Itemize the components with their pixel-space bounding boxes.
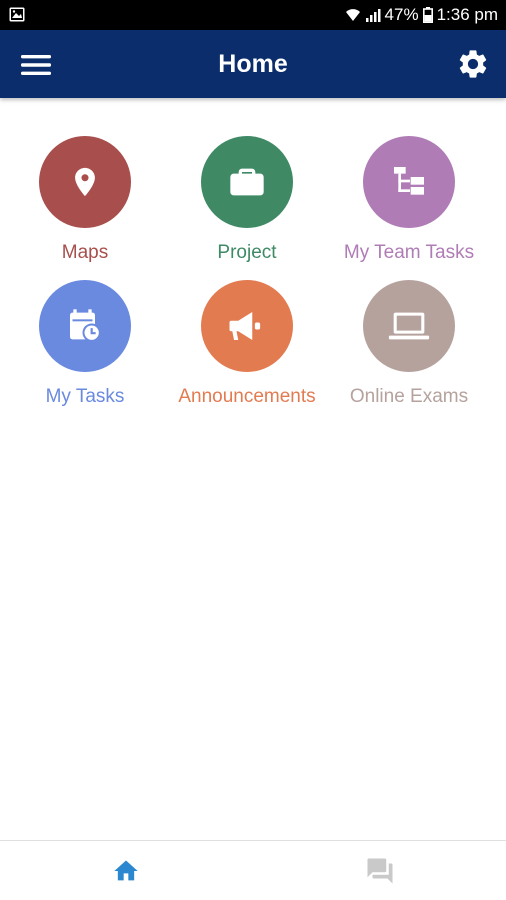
hamburger-menu-icon [21, 55, 51, 75]
menu-button[interactable] [18, 50, 56, 80]
wifi-icon [345, 7, 361, 23]
app-bar: Home [0, 30, 506, 98]
my-team-tasks-circle [363, 136, 455, 228]
tile-label-my-tasks: My Tasks [45, 386, 125, 407]
announcements-circle [201, 280, 293, 372]
tile-label-my-team-tasks: My Team Tasks [343, 242, 475, 263]
gear-icon [459, 50, 487, 78]
megaphone-icon [229, 312, 261, 340]
signal-icon [365, 7, 381, 23]
status-bar: 47% 1:36 pm [0, 0, 506, 30]
bottom-nav [0, 840, 506, 900]
maps-circle [39, 136, 131, 228]
nav-chat-button[interactable] [350, 841, 410, 900]
status-indicators: 47% 1:36 pm [345, 0, 498, 30]
battery-percent: 47% [384, 5, 419, 24]
calendar-clock-icon [70, 309, 101, 342]
briefcase-icon [230, 168, 264, 196]
project-circle [201, 136, 293, 228]
laptop-icon [388, 312, 430, 340]
tile-label-project: Project [217, 242, 277, 263]
clock: 1:36 pm [436, 5, 498, 24]
hierarchy-icon [394, 167, 424, 195]
page-title: Home [218, 50, 288, 78]
online-exams-circle [363, 280, 455, 372]
tile-project[interactable]: Project [167, 136, 327, 264]
tile-label-announcements: Announcements [178, 386, 316, 407]
tile-announcements[interactable]: Announcements [167, 280, 327, 408]
tile-my-team-tasks[interactable]: My Team Tasks [329, 136, 489, 264]
tile-label-maps: Maps [61, 242, 109, 263]
map-pin-icon [75, 167, 95, 197]
gallery-notification-icon [9, 7, 25, 22]
home-icon [114, 860, 138, 881]
tile-my-tasks[interactable]: My Tasks [5, 280, 165, 408]
nav-home-button[interactable] [96, 841, 156, 900]
tile-label-online-exams: Online Exams [349, 386, 469, 407]
my-tasks-circle [39, 280, 131, 372]
tile-online-exams[interactable]: Online Exams [329, 280, 489, 408]
tile-maps[interactable]: Maps [5, 136, 165, 264]
chat-icon [367, 858, 393, 884]
settings-button[interactable] [456, 47, 490, 81]
battery-icon [422, 7, 433, 23]
home-screen: 47% 1:36 pm Home Maps Project My Team Ta… [0, 0, 506, 900]
